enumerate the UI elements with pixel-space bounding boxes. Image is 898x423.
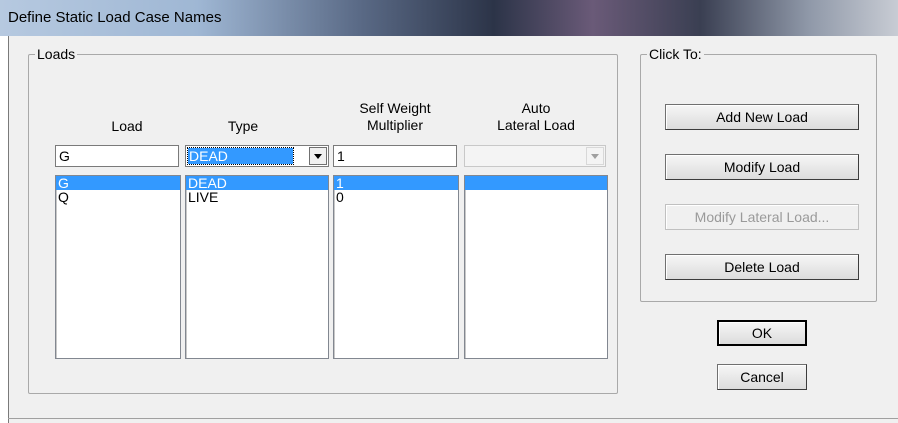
chevron-down-icon <box>314 154 322 159</box>
load-type-list[interactable]: DEAD LIVE <box>185 175 329 359</box>
list-item[interactable]: 1 <box>334 176 458 190</box>
window-title: Define Static Load Case Names <box>8 9 222 26</box>
list-item[interactable]: G <box>56 176 180 190</box>
header-self-weight-multiplier: Self Weight Multiplier <box>359 100 431 133</box>
modify-lateral-load-button: Modify Lateral Load... <box>665 204 859 230</box>
load-name-list[interactable]: G Q <box>55 175 181 359</box>
self-weight-multiplier-input[interactable]: 1 <box>333 145 457 167</box>
auto-lateral-dropdown-button <box>586 147 604 165</box>
list-item[interactable]: 0 <box>334 190 458 204</box>
list-item[interactable]: Q <box>56 190 180 204</box>
title-bar: Define Static Load Case Names <box>0 0 898 36</box>
list-item[interactable]: DEAD <box>186 176 328 190</box>
click-to-group-label: Click To: <box>649 46 702 62</box>
load-type-select[interactable]: DEAD <box>185 145 329 167</box>
auto-lateral-load-selected-value <box>467 148 572 164</box>
modify-load-button[interactable]: Modify Load <box>665 154 859 180</box>
auto-lateral-load-select <box>464 145 606 167</box>
dialog-bottom-border <box>8 418 898 419</box>
load-name-input[interactable]: G <box>55 145 179 167</box>
self-weight-multiplier-list[interactable]: 1 0 <box>333 175 459 359</box>
auto-lateral-load-list[interactable] <box>464 175 608 359</box>
add-new-load-button[interactable]: Add New Load <box>665 104 859 130</box>
delete-load-button[interactable]: Delete Load <box>665 254 859 280</box>
load-type-selected-value: DEAD <box>187 147 294 165</box>
header-auto-lateral-load: Auto Lateral Load <box>497 100 575 133</box>
list-item[interactable] <box>465 190 607 204</box>
header-load: Load <box>111 118 143 134</box>
load-type-dropdown-button[interactable] <box>309 147 327 165</box>
loads-group-label: Loads <box>37 46 76 62</box>
header-type: Type <box>227 118 259 134</box>
ok-button[interactable]: OK <box>717 320 807 346</box>
list-item[interactable] <box>465 176 607 190</box>
cancel-button[interactable]: Cancel <box>717 364 807 390</box>
list-item[interactable]: LIVE <box>186 190 328 204</box>
chevron-down-icon <box>591 154 599 159</box>
